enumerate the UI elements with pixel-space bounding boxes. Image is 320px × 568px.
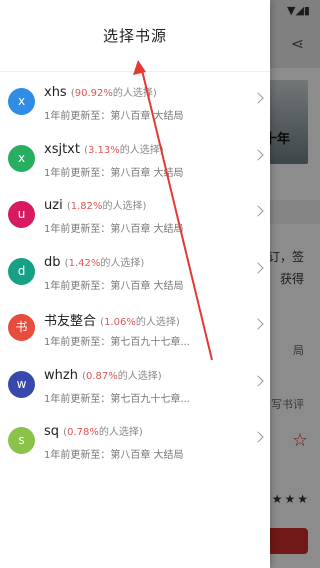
source-avatar: 书 (8, 314, 35, 341)
source-title: uzi (1.82%的人选择) (44, 197, 146, 213)
chevron-right-icon (252, 318, 264, 330)
source-item[interactable]: d db (1.42%的人选择) 1年前更新至：第八百章 大结局 (0, 244, 270, 301)
source-title: xhs (90.92%的人选择) (44, 84, 157, 100)
source-item[interactable]: x xsjtxt (3.13%的人选择) 1年前更新至：第八百章 大结局 (0, 131, 270, 188)
source-item[interactable]: u uzi (1.82%的人选择) 1年前更新至：第八百章 大结局 (0, 187, 270, 244)
source-avatar: x (8, 144, 35, 172)
source-name: uzi (44, 198, 63, 213)
source-percent: 1.06% (104, 317, 136, 328)
source-avatar: s (8, 427, 35, 454)
source-percent: 90.92% (74, 88, 113, 99)
drawer-title: 选择书源 (0, 0, 270, 72)
source-update: 1年前更新至：第七百九十七章... (44, 337, 190, 348)
source-name: whzh (44, 367, 78, 383)
source-name: 书友整合 (44, 314, 97, 329)
source-avatar: d (8, 257, 35, 285)
source-title: whzh (0.87%的人选择) (44, 367, 162, 383)
source-percent: 1.82% (70, 201, 103, 212)
chevron-right-icon (252, 92, 264, 104)
source-title: db (1.42%的人选择) (44, 254, 144, 270)
source-update: 1年前更新至：第八百章 大结局 (44, 224, 184, 235)
source-avatar: w (8, 370, 35, 398)
source-title: xsjtxt (3.13%的人选择) (44, 141, 164, 157)
source-percent: 1.42% (68, 257, 101, 269)
source-item[interactable]: x xhs (90.92%的人选择) 1年前更新至：第八百章 大结局 (0, 74, 270, 131)
source-update: 1年前更新至：第八百章 大结局 (44, 280, 184, 292)
source-share: (3.13%的人选择) (84, 144, 164, 156)
source-share: (1.82%的人选择) (66, 201, 147, 212)
source-name: sq (44, 424, 60, 439)
source-share: (0.78%的人选择) (63, 427, 143, 438)
source-share: (1.06%的人选择) (100, 317, 180, 328)
source-name: xsjtxt (44, 141, 80, 157)
source-avatar: x (8, 88, 35, 115)
source-update: 1年前更新至：第八百章 大结局 (44, 111, 184, 122)
source-item[interactable]: w whzh (0.87%的人选择) 1年前更新至：第七百九十七章... (0, 357, 270, 414)
source-percent: 0.87% (85, 370, 118, 382)
chevron-right-icon (252, 431, 264, 443)
source-drawer: 选择书源 x xhs (90.92%的人选择) 1年前更新至：第八百章 大结局 x xs… (0, 0, 270, 568)
source-name: xhs (44, 85, 67, 100)
source-share: (0.87%的人选择) (82, 370, 162, 382)
source-list: x xhs (90.92%的人选择) 1年前更新至：第八百章 大结局 x xsjtxt … (0, 72, 270, 470)
source-share: (90.92%的人选择) (70, 88, 157, 99)
source-update: 1年前更新至：第八百章 大结局 (44, 167, 184, 179)
source-title: sq (0.78%的人选择) (44, 423, 143, 439)
source-update: 1年前更新至：第七百九十七章... (44, 393, 190, 405)
chevron-right-icon (252, 374, 264, 387)
source-item[interactable]: 书书友整合 (1.06%的人选择) 1年前更新至：第七百九十七章... (0, 300, 270, 357)
chevron-right-icon (252, 148, 264, 161)
source-avatar: u (8, 201, 35, 228)
source-item[interactable]: s sq (0.78%的人选择) 1年前更新至：第八百章 大结局 (0, 413, 270, 470)
source-name: db (44, 254, 61, 270)
source-update: 1年前更新至：第八百章 大结局 (44, 450, 184, 461)
source-percent: 0.78% (67, 427, 99, 438)
chevron-right-icon (252, 261, 264, 274)
chevron-right-icon (252, 205, 264, 217)
source-percent: 3.13% (88, 144, 120, 156)
source-share: (1.42%的人选择) (64, 257, 145, 269)
source-title: 书友整合 (1.06%的人选择) (44, 310, 180, 329)
